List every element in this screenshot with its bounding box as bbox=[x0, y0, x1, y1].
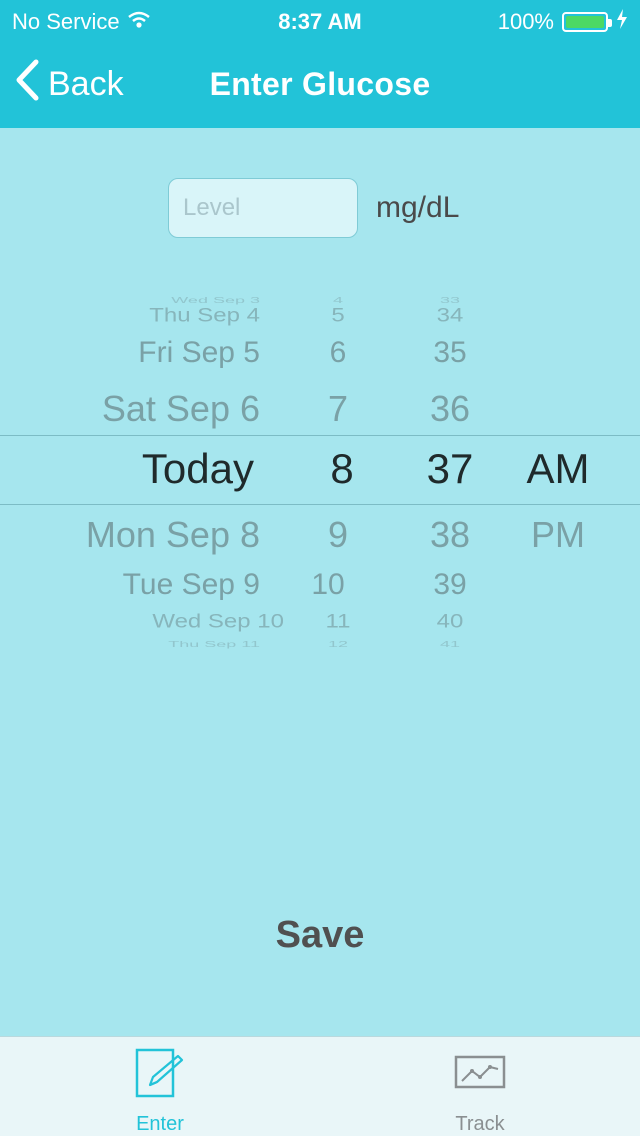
picker-hour-option[interactable]: 12 bbox=[298, 640, 378, 649]
picker-date-option[interactable]: Wed Sep 3 bbox=[40, 296, 260, 305]
minute-wheel[interactable]: 33 34 35 36 37 38 39 40 41 bbox=[405, 290, 495, 650]
battery-fill bbox=[566, 16, 604, 28]
date-time-picker[interactable]: Wed Sep 3 Thu Sep 4 Fri Sep 5 Sat Sep 6 … bbox=[0, 290, 640, 650]
tab-enter-label: Enter bbox=[136, 1113, 184, 1135]
picker-date-option[interactable]: Sat Sep 6 bbox=[40, 388, 260, 430]
picker-minute-option[interactable]: 35 bbox=[405, 336, 495, 370]
level-row: mg/dL bbox=[168, 178, 459, 238]
picker-date-option[interactable]: Thu Sep 4 bbox=[40, 305, 260, 327]
picker-minute-option[interactable]: 40 bbox=[405, 611, 495, 633]
chart-icon bbox=[454, 1055, 506, 1104]
picker-hour-option[interactable]: 10 bbox=[288, 568, 368, 602]
picker-hour-option[interactable]: 11 bbox=[298, 611, 378, 633]
hour-wheel[interactable]: 4 5 6 7 8 9 10 11 12 bbox=[298, 290, 378, 650]
picker-date-selected[interactable]: Today bbox=[34, 445, 254, 493]
picker-hour-option[interactable]: 6 bbox=[298, 336, 378, 370]
picker-minute-option[interactable]: 38 bbox=[405, 514, 495, 556]
picker-minute-option[interactable]: 36 bbox=[405, 388, 495, 430]
tab-track[interactable]: Track bbox=[420, 1047, 540, 1136]
picker-hour-selected[interactable]: 8 bbox=[302, 445, 382, 493]
picker-minute-option[interactable]: 34 bbox=[405, 305, 495, 327]
charging-icon bbox=[616, 9, 628, 35]
picker-ampm-selected[interactable]: AM bbox=[508, 445, 608, 493]
picker-minute-option[interactable]: 33 bbox=[405, 296, 495, 305]
tab-enter[interactable]: Enter bbox=[100, 1047, 220, 1136]
picker-date-option[interactable]: Tue Sep 9 bbox=[40, 568, 260, 602]
picker-date-option[interactable]: Wed Sep 10 bbox=[64, 611, 284, 633]
picker-hour-option[interactable]: 9 bbox=[298, 514, 378, 556]
ampm-wheel[interactable]: AM PM bbox=[508, 290, 608, 650]
battery-icon bbox=[562, 12, 612, 32]
picker-date-option[interactable]: Fri Sep 5 bbox=[40, 336, 260, 370]
picker-minute-selected[interactable]: 37 bbox=[405, 445, 495, 493]
battery-percent: 100% bbox=[497, 9, 554, 34]
navigation-bar: Back Enter Glucose bbox=[0, 40, 640, 128]
date-wheel[interactable]: Wed Sep 3 Thu Sep 4 Fri Sep 5 Sat Sep 6 … bbox=[40, 290, 284, 650]
pencil-icon bbox=[134, 1048, 186, 1104]
save-button[interactable]: Save bbox=[0, 914, 640, 957]
unit-label: mg/dL bbox=[376, 191, 460, 224]
picker-hour-option[interactable]: 5 bbox=[298, 305, 378, 327]
picker-minute-option[interactable]: 41 bbox=[405, 640, 495, 649]
tab-track-label: Track bbox=[455, 1113, 505, 1135]
picker-date-option[interactable]: Mon Sep 8 bbox=[40, 514, 260, 556]
picker-date-option[interactable]: Thu Sep 11 bbox=[40, 640, 260, 649]
page-title: Enter Glucose bbox=[209, 66, 431, 102]
top-bar: No Service 8:37 AM 100% Back Enter Gluco… bbox=[0, 0, 640, 128]
picker-minute-option[interactable]: 39 bbox=[405, 568, 495, 602]
picker-hour-option[interactable]: 4 bbox=[298, 296, 378, 305]
level-input[interactable] bbox=[168, 178, 358, 238]
picker-hour-option[interactable]: 7 bbox=[298, 388, 378, 430]
tab-bar: Enter Track bbox=[0, 1036, 640, 1136]
status-bar: No Service 8:37 AM 100% bbox=[0, 0, 640, 40]
picker-ampm-option[interactable]: PM bbox=[508, 514, 608, 556]
